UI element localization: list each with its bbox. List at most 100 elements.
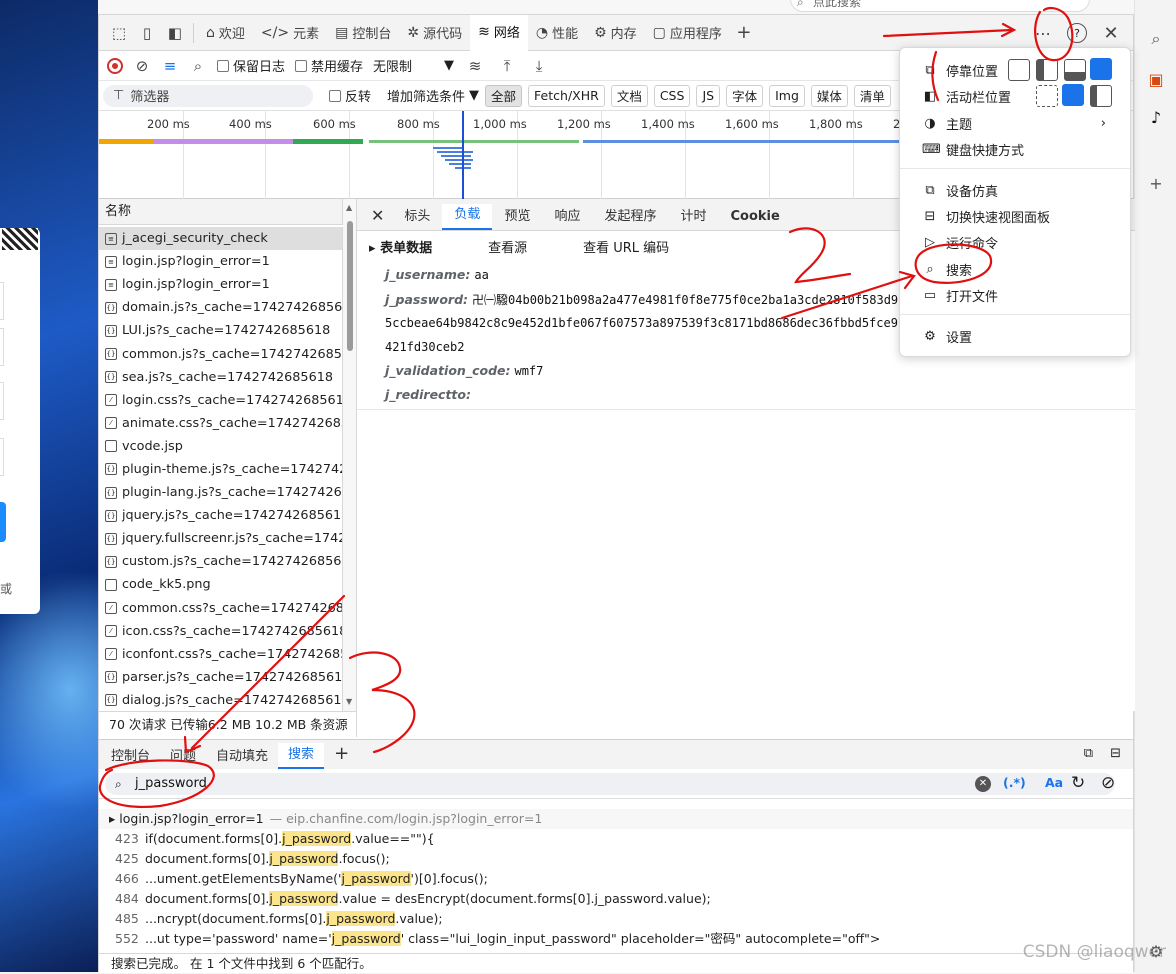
request-row[interactable]: ⁄ icon.css?s_cache=1742742685618 bbox=[99, 620, 342, 643]
close-icon[interactable]: ✕ bbox=[1097, 19, 1125, 47]
close-icon[interactable]: ✕ bbox=[367, 204, 392, 230]
filter-input[interactable]: ⊤ 筛选器 bbox=[103, 84, 313, 107]
help-icon[interactable]: ? bbox=[1067, 23, 1087, 43]
dock-bottom-icon[interactable] bbox=[1064, 59, 1086, 81]
drawer-tab-autofill[interactable]: 自动填充 bbox=[206, 743, 278, 769]
login-button[interactable] bbox=[0, 502, 6, 542]
clear-icon[interactable]: ⊘ bbox=[1101, 773, 1115, 793]
request-row[interactable]: {} dialog.js?s_cache=1742742685618 bbox=[99, 689, 342, 711]
search-result-file[interactable]: ▸ login.jsp?login_error=1— eip.chanfine.… bbox=[99, 809, 1133, 829]
tab-elements[interactable]: </> 元素 bbox=[253, 15, 327, 51]
drawer-tab-issues[interactable]: 问题 bbox=[160, 743, 206, 769]
search-icon[interactable]: ⌕ bbox=[1143, 26, 1169, 52]
chevron-up-icon[interactable]: ▲ bbox=[346, 203, 352, 212]
type-filter-fetch[interactable]: Fetch/XHR bbox=[528, 84, 605, 107]
request-row[interactable]: {} custom.js?s_cache=1742742685618 bbox=[99, 550, 342, 573]
tab-sources[interactable]: ✲ 源代码 bbox=[399, 15, 470, 51]
filter-icon[interactable]: ≡ bbox=[161, 52, 179, 80]
type-filter-manifest[interactable]: 清单 bbox=[853, 84, 891, 107]
request-row[interactable]: {} sea.js?s_cache=1742742685618 bbox=[99, 366, 342, 389]
request-row[interactable]: ⁄ animate.css?s_cache=1742742685... bbox=[99, 412, 342, 435]
request-row[interactable]: ≡ login.jsp?login_error=1 bbox=[99, 273, 342, 296]
login-code-input[interactable] bbox=[0, 382, 4, 420]
drawer-tab-search[interactable]: 搜索 bbox=[278, 743, 325, 769]
add-icon[interactable]: + bbox=[1143, 170, 1169, 196]
search-result-line[interactable]: 425 document.forms[0].j_password.focus(); bbox=[99, 849, 1133, 869]
import-har-icon[interactable]: ⤒ bbox=[496, 52, 518, 80]
type-filter-js[interactable]: JS bbox=[696, 84, 721, 107]
collapse-drawer-icon[interactable]: ⊟ bbox=[1110, 746, 1121, 761]
search-result-line[interactable]: 423 if(document.forms[0].j_password.value… bbox=[99, 829, 1133, 849]
toolbox-icon[interactable]: ▣ bbox=[1143, 66, 1169, 92]
type-filter-doc[interactable]: 文档 bbox=[610, 84, 648, 107]
login-password-input[interactable] bbox=[0, 328, 4, 366]
dock-drawer-icon[interactable]: ⧉ bbox=[1084, 746, 1093, 761]
request-row[interactable]: ⁄ common.css?s_cache=1742742685... bbox=[99, 597, 342, 620]
tab-network[interactable]: ≋ 网络 bbox=[470, 14, 528, 51]
search-icon[interactable]: ⌕ bbox=[189, 52, 207, 80]
tab-cookies[interactable]: Cookie bbox=[719, 204, 792, 230]
search-result-line[interactable]: 466 ...ument.getElementsByName('j_passwor… bbox=[99, 869, 1133, 889]
search-result-line[interactable]: 552 ...ut type='password' name='j_passwor… bbox=[99, 929, 1133, 949]
add-tab-icon[interactable]: + bbox=[730, 19, 758, 47]
refresh-icon[interactable]: ↻ bbox=[1071, 773, 1085, 793]
type-filter-media[interactable]: 媒体 bbox=[810, 84, 848, 107]
request-list-header[interactable]: 名称 bbox=[99, 199, 343, 225]
menu-item-shortcuts[interactable]: ⌨ 键盘快捷方式 bbox=[900, 136, 1130, 162]
request-row[interactable]: {} common.js?s_cache=17427426856... bbox=[99, 342, 342, 365]
form-data-toggle[interactable]: ▸ 表单数据 bbox=[369, 237, 432, 256]
tab-preview[interactable]: 预览 bbox=[492, 204, 542, 230]
disable-cache-checkbox[interactable]: 禁用缓存 bbox=[295, 56, 363, 75]
tab-memory[interactable]: ⚙ 内存 bbox=[586, 15, 645, 51]
menu-item-open-file[interactable]: ▭ 打开文件 bbox=[900, 282, 1130, 308]
request-row[interactable]: {} jquery.fullscreenr.js?s_cache=1742... bbox=[99, 527, 342, 550]
preserve-log-checkbox[interactable]: 保留日志 bbox=[217, 56, 285, 75]
request-row[interactable]: {} jquery.js?s_cache=1742742685618 bbox=[99, 504, 342, 527]
login-extra-input[interactable] bbox=[0, 438, 4, 476]
more-tools-icon[interactable]: ⋯ bbox=[1029, 19, 1057, 47]
throttle-select[interactable]: 无限制 ▼ bbox=[373, 56, 454, 75]
activity-bar-hidden-icon[interactable] bbox=[1036, 85, 1058, 107]
device-toolbar-icon[interactable]: ▯ bbox=[133, 19, 161, 47]
clear-search-icon[interactable]: ✕ bbox=[975, 776, 991, 792]
request-row[interactable]: ≡ j_acegi_security_check bbox=[99, 227, 342, 251]
menu-item-theme[interactable]: ◑ 主题 › bbox=[900, 110, 1130, 136]
request-row[interactable]: ≡ login.jsp?login_error=1 bbox=[99, 250, 342, 273]
record-icon[interactable] bbox=[107, 57, 123, 74]
tab-console[interactable]: ▤ 控制台 bbox=[327, 15, 399, 51]
dock-left-icon[interactable] bbox=[1036, 59, 1058, 81]
type-filter-css[interactable]: CSS bbox=[653, 84, 691, 107]
view-url-encoded-link[interactable]: 查看 URL 编码 bbox=[583, 237, 669, 256]
request-row[interactable]: {} domain.js?s_cache=1742742685618 bbox=[99, 296, 342, 319]
menu-item-search[interactable]: ⌕ 搜索 bbox=[900, 256, 1130, 282]
request-row[interactable]: {} plugin-theme.js?s_cache=1742742... bbox=[99, 458, 342, 481]
menu-item-quick-view[interactable]: ⊟ 切换快速视图面板 bbox=[900, 203, 1130, 229]
request-row[interactable]: ⁄ login.css?s_cache=1742742685618 bbox=[99, 389, 342, 412]
clear-icon[interactable]: ⊘ bbox=[133, 52, 151, 80]
tab-performance[interactable]: ◔ 性能 bbox=[528, 15, 586, 51]
tab-initiator[interactable]: 发起程序 bbox=[592, 204, 668, 230]
search-result-line[interactable]: 485 ...ncrypt(document.forms[0].j_passwor… bbox=[99, 909, 1133, 929]
activity-bar-top-icon[interactable] bbox=[1062, 84, 1084, 106]
request-list-scrollbar[interactable]: ▲ ▼ bbox=[343, 199, 357, 711]
sidebar-toggle-icon[interactable]: ◧ bbox=[161, 19, 189, 47]
tab-headers[interactable]: 标头 bbox=[392, 204, 442, 230]
scrollbar-thumb[interactable] bbox=[347, 221, 353, 351]
type-filter-font[interactable]: 字体 bbox=[726, 84, 764, 107]
menu-item-device-emulation[interactable]: ⧉ 设备仿真 bbox=[900, 177, 1130, 203]
network-conditions-icon[interactable]: ≋ bbox=[464, 52, 486, 80]
login-username-input[interactable] bbox=[0, 282, 4, 320]
request-row[interactable]: code_kk5.png bbox=[99, 573, 342, 596]
tab-application[interactable]: ▢ 应用程序 bbox=[645, 15, 730, 51]
more-filters-dropdown[interactable]: 增加筛选条件 ▼ bbox=[387, 86, 479, 105]
tab-payload[interactable]: 负载 bbox=[442, 204, 493, 230]
menu-item-run-command[interactable]: ▷ 运行命令 bbox=[900, 229, 1130, 255]
search-input[interactable]: ⌕ j_password bbox=[105, 773, 1115, 795]
regex-toggle[interactable]: (.*) bbox=[1003, 775, 1026, 790]
dock-right-icon[interactable] bbox=[1090, 58, 1112, 80]
add-tab-icon[interactable]: + bbox=[324, 743, 359, 769]
tiktok-icon[interactable]: ♪ bbox=[1143, 104, 1169, 130]
request-row[interactable]: {} plugin-lang.js?s_cache=174274268... bbox=[99, 481, 342, 504]
menu-item-settings[interactable]: ⚙ 设置 bbox=[900, 323, 1130, 349]
view-source-link[interactable]: 查看源 bbox=[488, 237, 527, 256]
